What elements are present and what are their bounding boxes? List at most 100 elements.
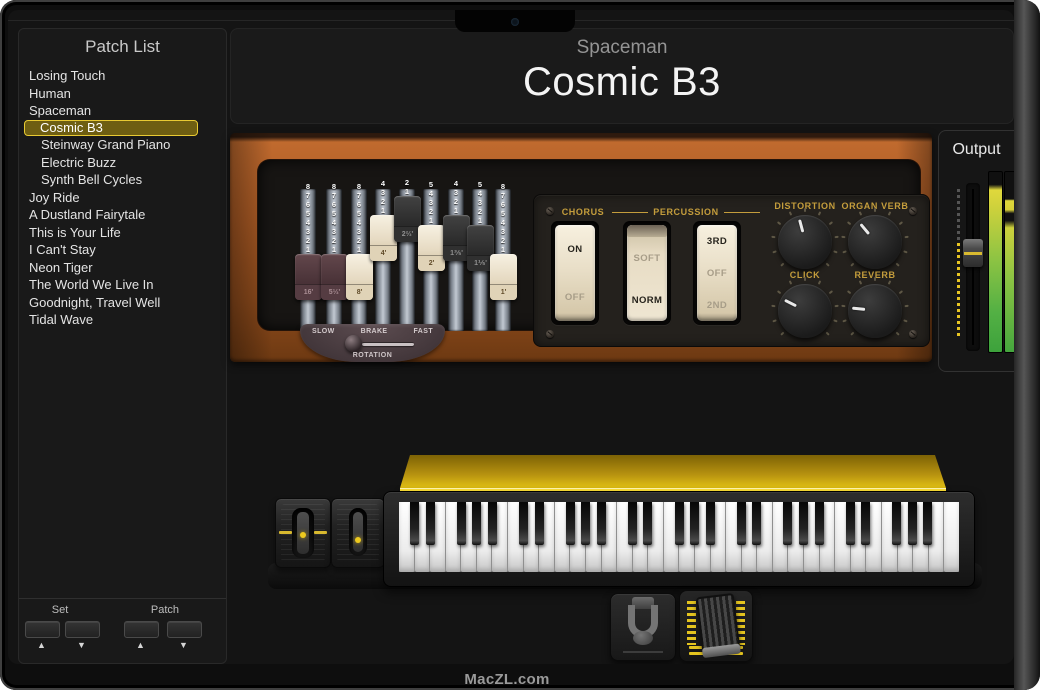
switch-option-norm[interactable]: NORM [627, 279, 667, 321]
drawbar-handle[interactable]: 4' [370, 215, 397, 261]
piano-key-black[interactable] [643, 502, 652, 545]
patch-list-footer: Set Patch ▲ ▼ ▲ ▼ [19, 598, 226, 663]
watermark: MacZL.com [0, 671, 1014, 688]
set-down-arrow[interactable]: ▼ [64, 640, 99, 650]
set-next-button[interactable] [65, 621, 100, 638]
level-meter-left [988, 171, 1003, 353]
patch-list-item[interactable]: Cosmic B3 [24, 120, 198, 137]
piano-key-black[interactable] [908, 502, 917, 545]
knob-reverb[interactable] [840, 276, 910, 346]
volume-fader-track[interactable] [966, 183, 980, 351]
percussion-mode-switch[interactable]: SOFTNORM [623, 221, 671, 325]
patch-list-item[interactable]: This is Your Life [19, 224, 226, 242]
piano-key-black[interactable] [566, 502, 575, 545]
patch-list-item[interactable]: I Can't Stay [19, 241, 226, 259]
piano-key-black[interactable] [535, 502, 544, 545]
piano-key-black[interactable] [846, 502, 855, 545]
patch-list-item[interactable]: Steinway Grand Piano [19, 136, 226, 154]
piano-key-black[interactable] [581, 502, 590, 545]
piano-key-black[interactable] [861, 502, 870, 545]
drawbar-handle[interactable]: 8' [346, 254, 373, 300]
patch-list-item[interactable]: Synth Bell Cycles [19, 171, 226, 189]
camera-notch [455, 10, 575, 32]
drawbar-handle[interactable]: 2⅔' [394, 196, 421, 242]
switch-option-soft[interactable]: SOFT [627, 237, 667, 279]
patch-list-item[interactable]: Spaceman [19, 102, 226, 120]
drawbar-handle[interactable]: 2' [418, 225, 445, 271]
patch-list-item[interactable]: Electric Buzz [19, 154, 226, 172]
piano-key-black[interactable] [892, 502, 901, 545]
switch-option-3rd[interactable]: 3RD [697, 225, 737, 257]
page-title: Cosmic B3 [231, 60, 1013, 105]
patch-down-arrow[interactable]: ▼ [166, 640, 201, 650]
device-edge [1014, 0, 1040, 690]
organ-plugin-panel: 1234567816'123456785⅓'123456788'12344'12… [230, 133, 932, 362]
drawbar-handle[interactable]: 5⅓' [321, 254, 348, 300]
set-prev-button[interactable] [25, 621, 60, 638]
set-label: Set [27, 604, 93, 616]
piano-key-black[interactable] [457, 502, 466, 545]
piano-key-black[interactable] [519, 502, 528, 545]
patch-header: Spaceman Cosmic B3 [230, 28, 1014, 124]
patch-list-item[interactable]: Neon Tiger [19, 259, 226, 277]
patch-list-item[interactable]: Joy Ride [19, 189, 226, 207]
piano-key-black[interactable] [675, 502, 684, 545]
percussion-label: PERCUSSION [612, 207, 760, 217]
piano-key-black[interactable] [690, 502, 699, 545]
patch-next-button[interactable] [167, 621, 202, 638]
piano-key-black[interactable] [799, 502, 808, 545]
rotation-brake-label: BRAKE [361, 328, 388, 335]
set-up-arrow[interactable]: ▲ [24, 640, 59, 650]
piano-key-black[interactable] [472, 502, 481, 545]
pitch-bend-wheel[interactable] [275, 498, 331, 568]
rotation-slider-knob[interactable] [345, 335, 362, 352]
rotation-fast-label: FAST [414, 328, 434, 335]
chorus-switch[interactable]: ONOFF [551, 221, 599, 325]
output-title: Output [939, 141, 1014, 159]
drawbar-handle[interactable]: 1' [490, 254, 517, 300]
patch-list-item[interactable]: Losing Touch [19, 67, 226, 85]
patch-up-arrow[interactable]: ▲ [123, 640, 158, 650]
switch-option-on[interactable]: ON [555, 225, 595, 273]
piano-key-white[interactable] [944, 502, 959, 572]
switch-option-2nd[interactable]: 2ND [697, 289, 737, 321]
drawbar-1[interactable]: 12341⅗' [443, 189, 470, 357]
piano-keyboard [383, 491, 975, 587]
percussion-harmonic-switch[interactable]: 3RDOFF2ND [693, 221, 741, 325]
volume-fader-handle[interactable] [963, 239, 983, 267]
rotation-slow-label: SLOW [312, 328, 335, 335]
piano-key-black[interactable] [783, 502, 792, 545]
piano-key-black[interactable] [628, 502, 637, 545]
patch-list-item[interactable]: The World We Live In [19, 276, 226, 294]
mod-wheel[interactable] [331, 498, 385, 568]
piano-key-black[interactable] [923, 502, 932, 545]
patch-list-item[interactable]: Human [19, 85, 226, 103]
patch-list-item[interactable]: Tidal Wave [19, 311, 226, 329]
expression-pedal-icon [696, 593, 741, 653]
patch-prev-button[interactable] [124, 621, 159, 638]
piano-key-black[interactable] [410, 502, 419, 545]
drawbar-1[interactable]: 123456781' [490, 189, 517, 357]
drawbar-handle[interactable]: 16' [295, 254, 322, 300]
switch-option-off[interactable]: OFF [697, 257, 737, 289]
rotation-slider-slot [362, 342, 414, 346]
piano-key-black[interactable] [737, 502, 746, 545]
drawbar-handle[interactable]: 1⅗' [443, 215, 470, 261]
piano-key-black[interactable] [597, 502, 606, 545]
output-panel: Output [938, 130, 1014, 372]
rotation-speed-control: SLOW BRAKE FAST ROTATION [300, 324, 445, 362]
screw-icon [546, 330, 554, 338]
organ-control-panel: CHORUS PERCUSSION ONOFF SOFTNORM 3RDOFF2… [533, 194, 930, 347]
patch-list-item[interactable]: A Dustland Fairytale [19, 206, 226, 224]
piano-key-black[interactable] [426, 502, 435, 545]
patch-list: Losing TouchHumanSpacemanCosmic B3Steinw… [19, 67, 226, 329]
piano-key-black[interactable] [706, 502, 715, 545]
piano-key-black[interactable] [752, 502, 761, 545]
piano-key-black[interactable] [488, 502, 497, 545]
piano-key-black[interactable] [815, 502, 824, 545]
patch-list-item[interactable]: Goodnight, Travel Well [19, 294, 226, 312]
macbook-frame: Patch List Losing TouchHumanSpacemanCosm… [0, 0, 1040, 690]
sustain-pedal[interactable] [610, 593, 676, 661]
switch-option-off[interactable]: OFF [555, 273, 595, 321]
expression-pedal[interactable] [679, 590, 753, 662]
